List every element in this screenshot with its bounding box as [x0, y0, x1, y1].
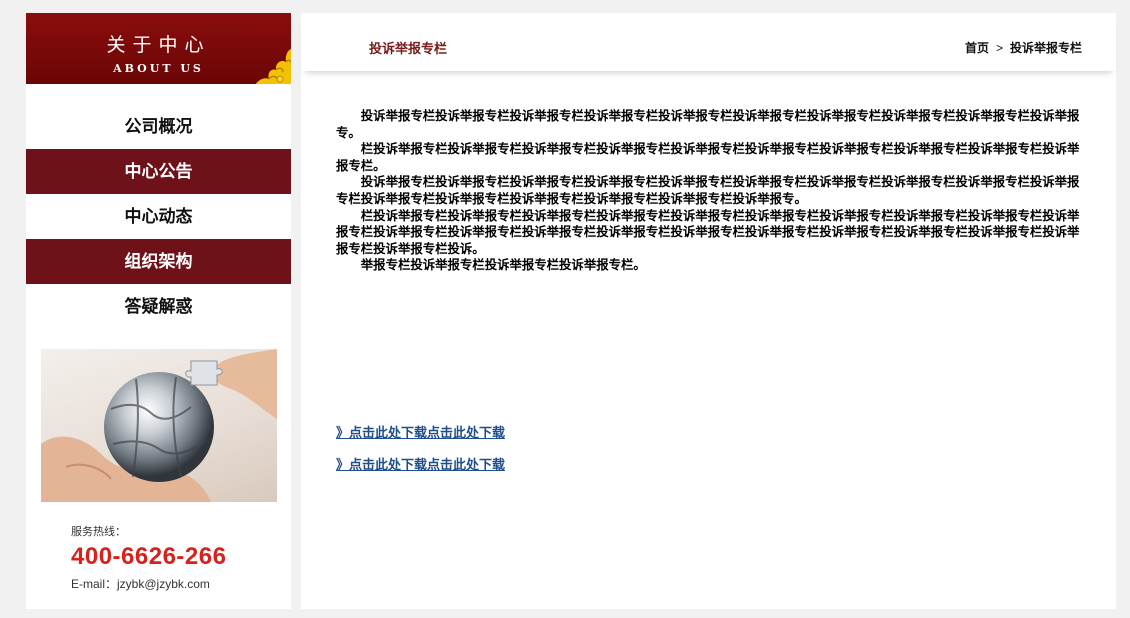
- chevron-right-icon: >: [995, 40, 1003, 55]
- main-header: 投诉举报专栏 首页 > 投诉举报专栏: [301, 13, 1116, 71]
- page-title: 投诉举报专栏: [369, 41, 448, 56]
- article-paragraph: 投诉举报专栏投诉举报专栏投诉举报专栏投诉举报专栏投诉举报专栏投诉举报专栏投诉举报…: [336, 174, 1080, 206]
- sidebar-item-organization[interactable]: 组织架构: [26, 239, 291, 284]
- main-panel: 投诉举报专栏 首页 > 投诉举报专栏 投诉举报专栏投诉举报专栏投诉举报专栏投诉举…: [301, 13, 1116, 609]
- sidebar-title: 关于中心: [106, 34, 211, 56]
- hotline-block: 服务热线： 400-6626-266 E-mail：jzybk@jzybk.co…: [71, 523, 226, 592]
- article-paragraph: 栏投诉举报专栏投诉举报专栏投诉举报专栏投诉举报专栏投诉举报专栏投诉举报专栏投诉举…: [336, 207, 1080, 256]
- cloud-ornament-icon: [255, 35, 291, 84]
- sidebar-item-label: 中心公告: [124, 162, 193, 181]
- sidebar-item-news[interactable]: 中心动态: [26, 194, 291, 239]
- sidebar-item-faq[interactable]: 答疑解惑: [26, 284, 291, 329]
- sidebar-nav: 公司概况 中心公告 中心动态 组织架构 答疑解惑: [26, 104, 291, 329]
- article-paragraph: 投诉举报专栏投诉举报专栏投诉举报专栏投诉举报专栏投诉举报专栏投诉举报专栏投诉举报…: [336, 108, 1080, 140]
- sidebar-item-announcements[interactable]: 中心公告: [26, 149, 291, 194]
- sidebar-header: 关于中心 ABOUT US: [26, 13, 291, 84]
- breadcrumb: 首页 > 投诉举报专栏: [965, 39, 1082, 56]
- sidebar-subtitle: ABOUT US: [113, 62, 204, 75]
- sidebar-item-label: 答疑解惑: [124, 297, 193, 316]
- breadcrumb-current: 投诉举报专栏: [1009, 41, 1082, 55]
- download-link[interactable]: 》点击此处下载点击此处下载: [336, 422, 505, 441]
- sidebar-item-label: 公司概况: [124, 117, 193, 136]
- download-link[interactable]: 》点击此处下载点击此处下载: [336, 454, 505, 473]
- sidebar-item-label: 中心动态: [124, 207, 193, 226]
- article-paragraph: 举报专栏投诉举报专栏投诉举报专栏投诉举报专栏。: [360, 257, 646, 273]
- hotline-label: 服务热线：: [71, 526, 126, 538]
- sidebar-item-label: 组织架构: [124, 252, 193, 271]
- breadcrumb-home-link[interactable]: 首页: [965, 39, 989, 56]
- article-paragraph: 栏投诉举报专栏投诉举报专栏投诉举报专栏投诉举报专栏投诉举报专栏投诉举报专栏投诉举…: [336, 141, 1080, 173]
- globe-puzzle-hand-image: [41, 349, 277, 502]
- article-body: 投诉举报专栏投诉举报专栏投诉举报专栏投诉举报专栏投诉举报专栏投诉举报专栏投诉举报…: [336, 108, 1084, 274]
- download-links: 》点击此处下载点击此处下载 》点击此处下载点击此处下载: [336, 422, 505, 486]
- contact-email: E-mail：jzybk@jzybk.com: [71, 577, 210, 591]
- hotline-number: 400-6626-266: [71, 543, 227, 570]
- sidebar-item-company-overview[interactable]: 公司概况: [26, 104, 291, 149]
- sidebar: 关于中心 ABOUT US 公司概况 中心公告 中心动态 组织架构 答疑解惑 服…: [26, 13, 291, 609]
